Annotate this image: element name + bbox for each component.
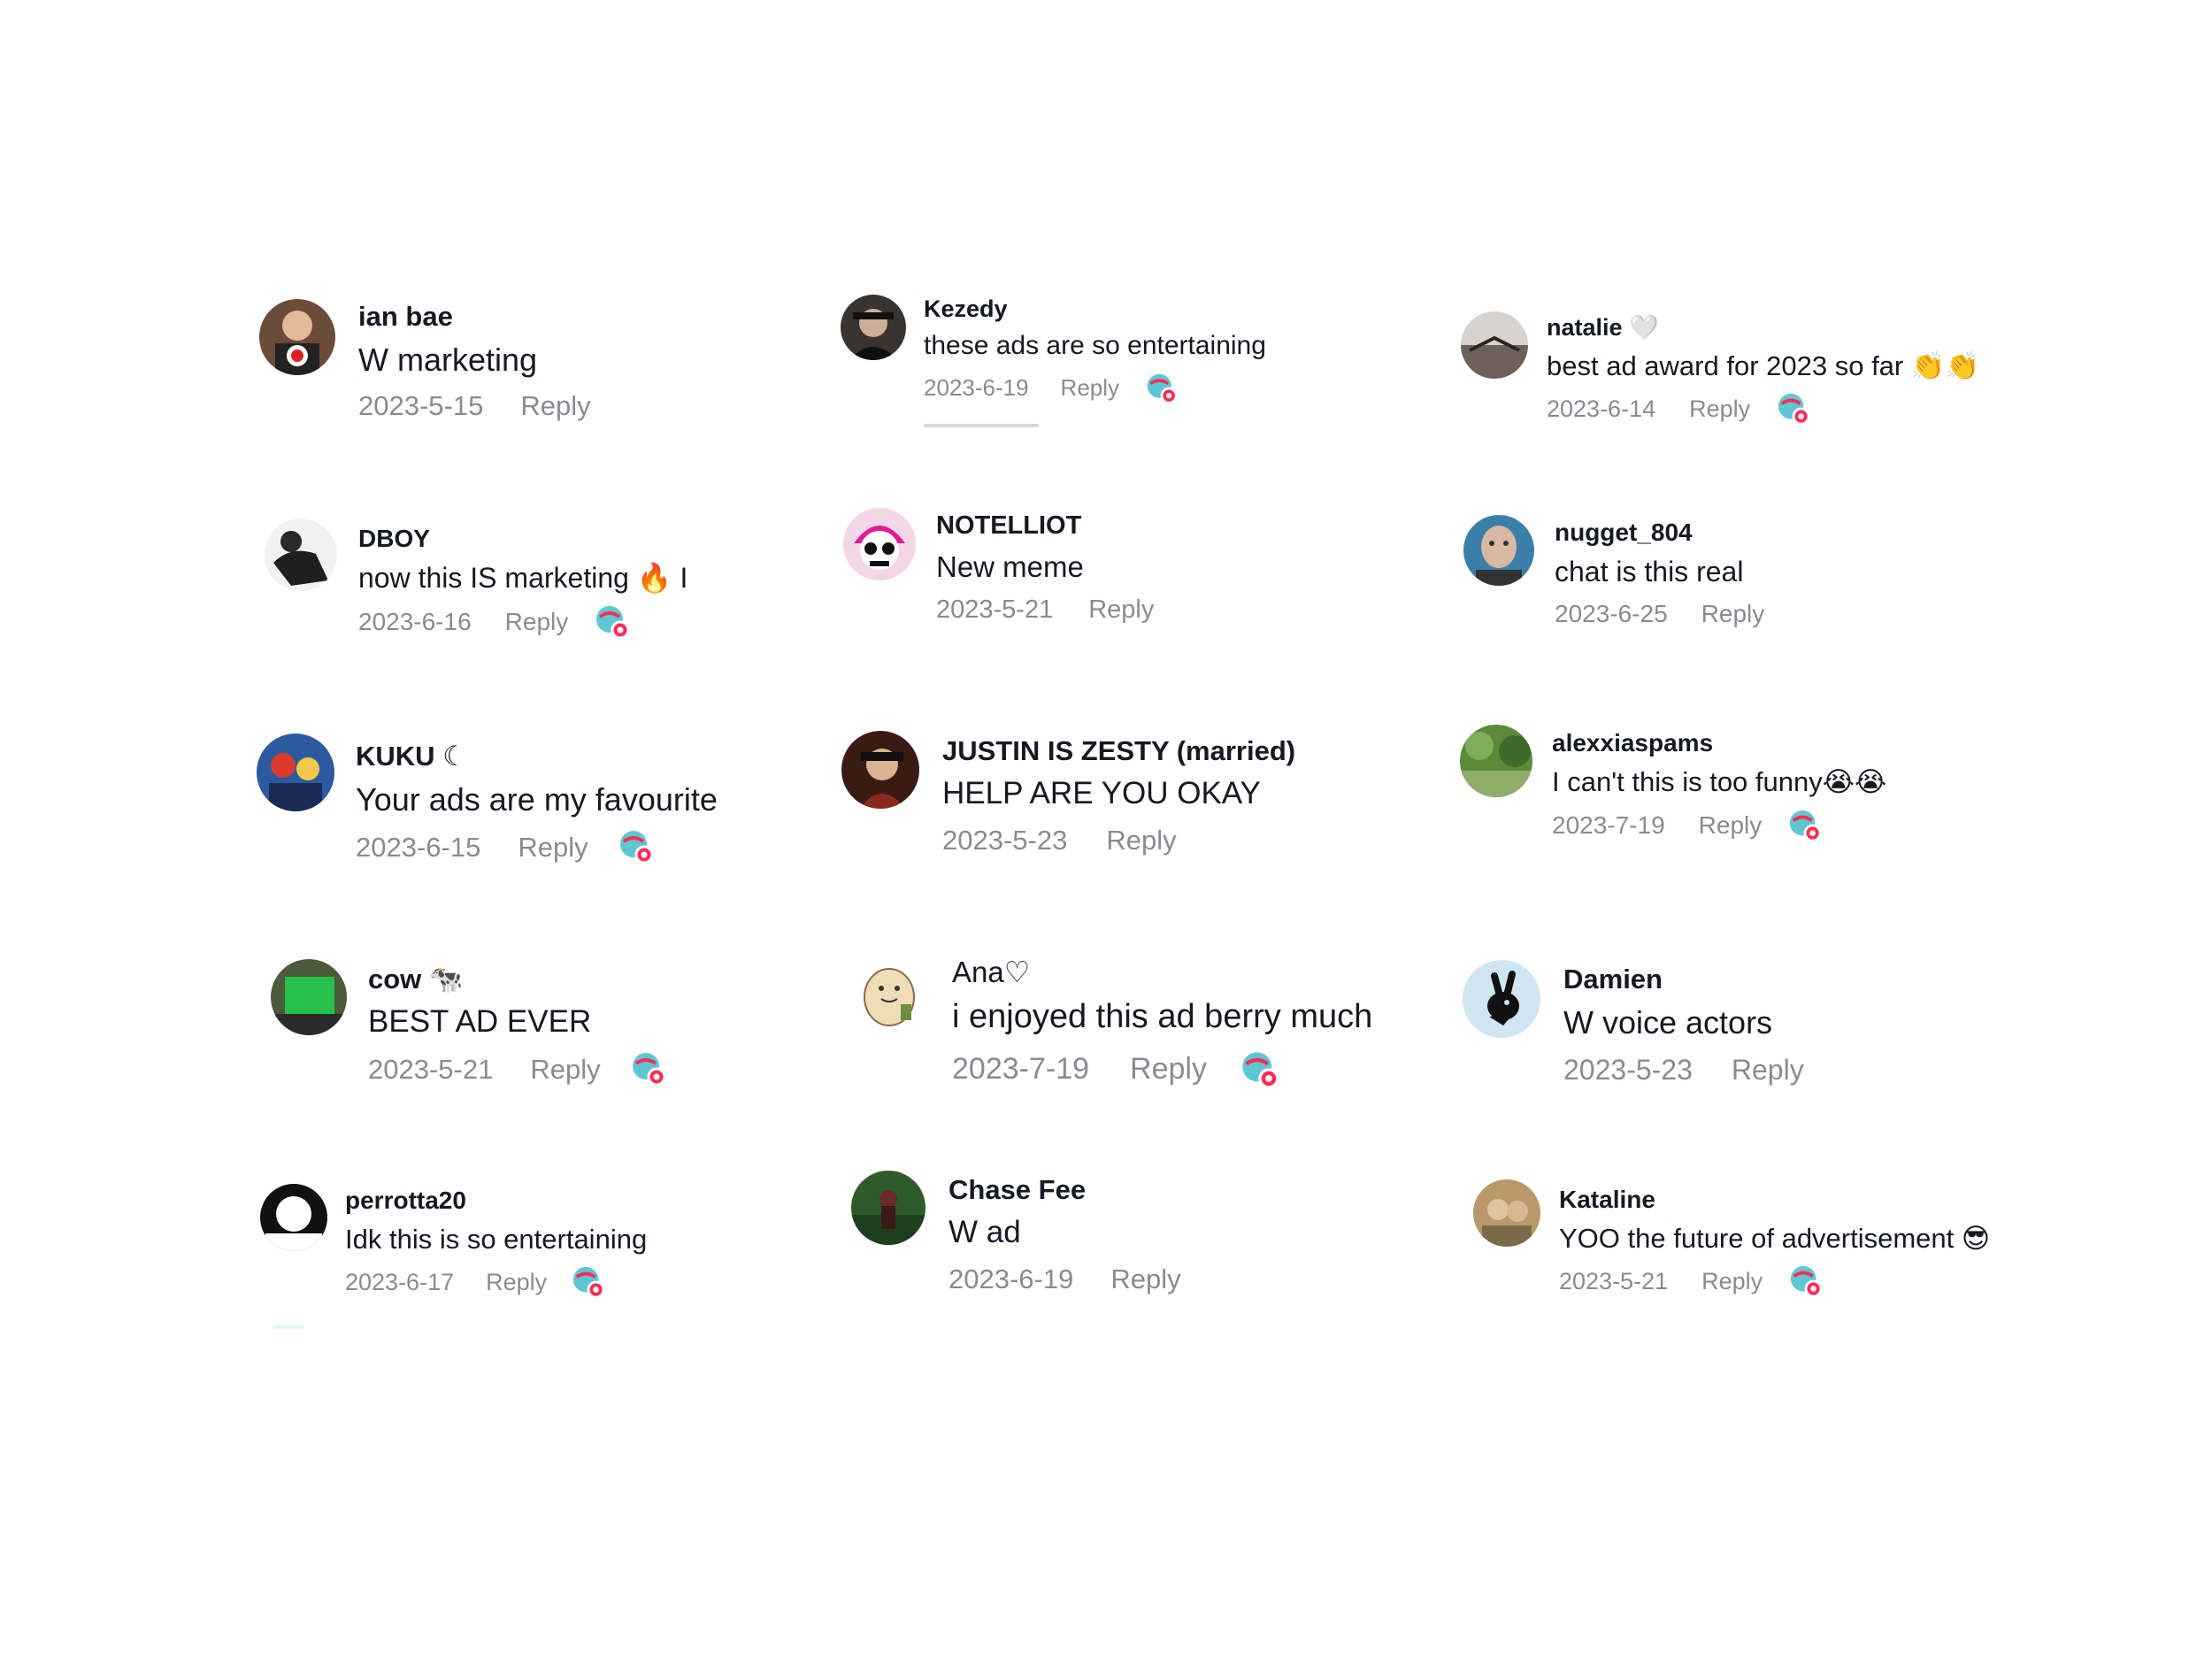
avatar[interactable] — [1460, 725, 1532, 797]
comment-date: 2023-6-15 — [356, 831, 481, 863]
cut-off-next-comment — [924, 424, 1039, 427]
comment-date: 2023-6-19 — [924, 374, 1029, 402]
heart-badge-icon — [595, 604, 630, 640]
comment-text: HELP ARE YOU OKAY — [942, 776, 1261, 811]
reply-button[interactable]: Reply — [1110, 1263, 1180, 1295]
avatar[interactable] — [841, 295, 906, 360]
reply-button[interactable]: Reply — [520, 389, 590, 422]
username[interactable]: nugget_804 — [1555, 518, 1764, 547]
comment-date: 2023-6-25 — [1555, 600, 1668, 628]
comment-date: 2023-6-19 — [949, 1263, 1074, 1295]
comment-text: Your ads are my favourite — [356, 781, 718, 818]
heart-badge-icon — [1777, 392, 1810, 426]
username[interactable]: DBOY — [358, 525, 687, 553]
avatar[interactable] — [271, 959, 347, 1035]
cut-off-next-comment — [273, 1325, 304, 1329]
username[interactable]: Damien — [1563, 964, 1804, 995]
avatar[interactable] — [260, 1184, 327, 1251]
comment-text: i enjoyed this ad berry much — [952, 998, 1373, 1036]
comment-text: I can't this is too funny😭😭 — [1552, 765, 1887, 797]
reply-button[interactable]: Reply — [1088, 595, 1154, 626]
avatar[interactable] — [259, 299, 335, 375]
avatar[interactable] — [851, 1171, 926, 1245]
comment-date: 2023-7-19 — [1552, 811, 1665, 840]
comment-date: 2023-5-23 — [942, 825, 1068, 856]
comment-date: 2023-6-14 — [1547, 395, 1656, 422]
username[interactable]: KUKU ☾ — [356, 741, 718, 772]
heart-badge-icon — [618, 829, 654, 864]
reply-button[interactable]: Reply — [1061, 374, 1119, 402]
avatar[interactable] — [1461, 311, 1528, 379]
reply-button[interactable]: Reply — [1699, 810, 1763, 841]
heart-badge-icon — [1789, 1264, 1823, 1298]
comment-date: 2023-5-23 — [1563, 1054, 1693, 1087]
avatar[interactable] — [1473, 1179, 1540, 1247]
comment-date: 2023-6-17 — [345, 1268, 455, 1295]
username[interactable]: cow 🐄 — [368, 964, 666, 995]
heart-badge-icon — [631, 1051, 666, 1087]
avatar[interactable] — [1463, 515, 1534, 586]
heart-badge-icon — [1788, 809, 1822, 842]
avatar[interactable] — [1463, 960, 1540, 1038]
username[interactable]: JUSTIN IS ZESTY (married) — [942, 735, 1295, 766]
reply-button[interactable]: Reply — [1701, 1267, 1763, 1295]
comment-text: now this IS marketing 🔥 I — [358, 561, 688, 594]
username[interactable]: ian bae — [358, 301, 591, 332]
comment-date: 2023-5-21 — [368, 1053, 494, 1085]
reply-button[interactable]: Reply — [518, 831, 588, 864]
comment-text: W voice actors — [1563, 1004, 1773, 1041]
reply-button[interactable]: Reply — [530, 1053, 600, 1086]
avatar[interactable] — [257, 733, 334, 811]
comment-text: W marketing — [358, 342, 538, 379]
username[interactable]: natalie 🤍 — [1547, 314, 1979, 342]
comment-text: Idk this is so entertaining — [345, 1223, 648, 1255]
reply-button[interactable]: Reply — [1106, 824, 1176, 856]
comment-date: 2023-6-16 — [358, 608, 472, 636]
reply-button[interactable]: Reply — [1732, 1053, 1804, 1087]
username[interactable]: alexxiaspams — [1552, 729, 1886, 757]
comment-date: 2023-5-21 — [936, 595, 1054, 625]
comment-text: W ad — [949, 1215, 1021, 1250]
comment-date: 2023-7-19 — [952, 1052, 1090, 1087]
username[interactable]: Chase Fee — [949, 1174, 1181, 1205]
comment-text: New meme — [936, 549, 1084, 583]
avatar[interactable] — [841, 731, 919, 809]
username[interactable]: Kataline — [1559, 1186, 1990, 1214]
heart-badge-icon — [1146, 373, 1178, 404]
comment-date: 2023-5-15 — [358, 390, 484, 422]
username[interactable]: perrotta20 — [345, 1187, 647, 1215]
username[interactable]: NOTELLIOT — [936, 511, 1154, 541]
heart-badge-icon — [572, 1265, 605, 1299]
reply-button[interactable]: Reply — [1701, 599, 1765, 629]
reply-button[interactable]: Reply — [486, 1268, 547, 1296]
comment-date: 2023-5-21 — [1559, 1267, 1669, 1294]
comment-text: chat is this real — [1555, 555, 1744, 588]
heart-badge-icon — [1240, 1050, 1279, 1089]
reply-button[interactable]: Reply — [1689, 395, 1750, 423]
comment-text: these ads are so entertaining — [924, 330, 1266, 360]
username[interactable]: Ana♡ — [952, 956, 1372, 988]
avatar[interactable] — [843, 508, 916, 580]
comment-text: best ad award for 2023 so far 👏👏 — [1547, 349, 1980, 381]
comment-text: YOO the future of advertisement 😎 — [1559, 1222, 1991, 1254]
avatar[interactable] — [851, 955, 927, 1031]
username[interactable]: Kezedy — [924, 296, 1266, 323]
comment-text: BEST AD EVER — [368, 1004, 592, 1040]
avatar[interactable] — [265, 518, 337, 591]
reply-button[interactable]: Reply — [505, 607, 569, 637]
reply-button[interactable]: Reply — [1130, 1051, 1207, 1087]
